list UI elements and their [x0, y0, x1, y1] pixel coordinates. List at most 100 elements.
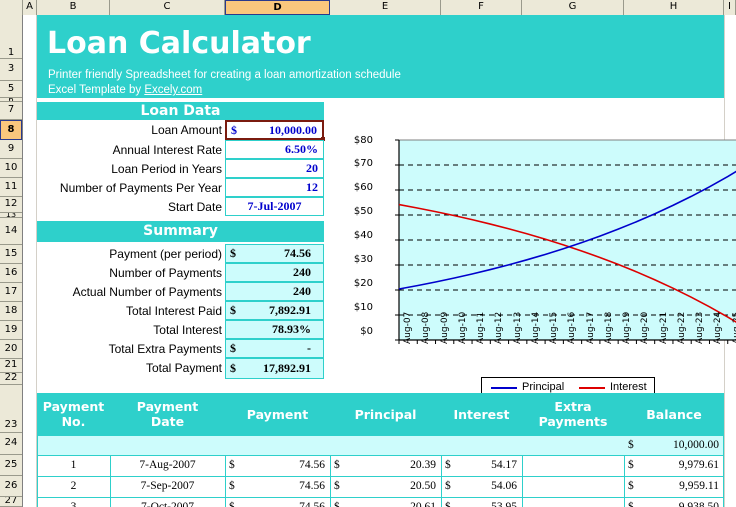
- banner-subtitle: Printer friendly Spreadsheet for creatin…: [48, 69, 401, 81]
- row-header-25[interactable]: 25: [0, 455, 22, 476]
- row-header-15[interactable]: 15: [0, 245, 22, 264]
- value-total-interest-paid[interactable]: $ 7,892.91: [225, 301, 324, 320]
- row-header-3[interactable]: 3: [0, 59, 22, 81]
- cell-value[interactable]: 3: [37, 498, 110, 507]
- table-row[interactable]: $20.61: [330, 498, 441, 507]
- ppy-text: 12: [306, 180, 318, 194]
- value-actual-number-of-payments[interactable]: 240: [225, 282, 324, 301]
- row-header-14[interactable]: 14: [0, 218, 22, 245]
- table-column-divider: [110, 456, 111, 507]
- interest-legend-swatch: [579, 387, 605, 389]
- row-header-19[interactable]: 19: [0, 321, 22, 340]
- table-row[interactable]: $53.95: [441, 498, 522, 507]
- x-tick-label: Aug-24: [713, 311, 724, 344]
- row-header-24[interactable]: 24: [0, 433, 22, 455]
- row-header-5[interactable]: 5: [0, 81, 22, 98]
- x-tick-label: Aug-15: [549, 311, 560, 344]
- row-header-27[interactable]: 27: [0, 497, 22, 507]
- cell-value[interactable]: 7-Sep-2007: [110, 477, 225, 497]
- amount-text: 10,000.00: [269, 123, 317, 137]
- table-header-principal: Principal: [330, 393, 441, 435]
- table-row[interactable]: $54.06: [441, 477, 522, 497]
- row-header-1[interactable]: 1: [0, 15, 22, 59]
- label-number-of-payments: Number of Payments: [109, 266, 222, 280]
- row-header-26[interactable]: 26: [0, 476, 22, 497]
- row-header-20[interactable]: 20: [0, 340, 22, 359]
- value-payments-per-year[interactable]: 12: [225, 178, 324, 197]
- column-header-A[interactable]: A: [23, 0, 37, 15]
- count-text: 240: [293, 284, 311, 298]
- table-row[interactable]: $54.17: [441, 456, 522, 476]
- table-row[interactable]: [522, 477, 624, 497]
- table-row[interactable]: $74.56: [225, 477, 330, 497]
- value-payment-per-period[interactable]: $ 74.56: [225, 244, 324, 263]
- column-header-H[interactable]: H: [624, 0, 724, 15]
- table-header-payment-date: Payment Date: [110, 393, 225, 435]
- x-tick-label: Aug-20: [640, 311, 651, 344]
- table-header-interest: Interest: [441, 393, 522, 435]
- amortization-chart[interactable]: $80 $70 $60 $50 $40 $30 $20 $10 $0 Aug-0…: [333, 100, 736, 397]
- column-header-F[interactable]: F: [441, 0, 522, 15]
- cell-value[interactable]: 1: [37, 456, 110, 476]
- label-total-extra-payments: Total Extra Payments: [108, 342, 222, 356]
- column-header-D[interactable]: D: [225, 0, 330, 15]
- cell-value: 54.17: [491, 459, 517, 471]
- label-payments-per-year: Number of Payments Per Year: [59, 181, 222, 195]
- table-row[interactable]: $74.56: [225, 498, 330, 507]
- table-body[interactable]: 1 7-Aug-2007 $74.56 $20.39 $54.17 $9,979.61 2 7…: [37, 456, 724, 507]
- worksheet-grid[interactable]: Loan Calculator Printer friendly Spreads…: [23, 15, 736, 507]
- table-row[interactable]: $9,979.61: [624, 456, 724, 476]
- row-header-21[interactable]: 21: [0, 359, 22, 373]
- table-opening-row[interactable]: [37, 435, 724, 456]
- value-total-payment[interactable]: $ 17,892.91: [225, 358, 324, 379]
- row-header-column: 1 3 5 6 7 8 9 10 11 12 13 14 15 16 17 18…: [0, 15, 23, 507]
- value-annual-interest-rate[interactable]: 6.50%: [225, 140, 324, 159]
- value-total-interest[interactable]: 78.93%: [225, 320, 324, 339]
- currency-symbol: $: [334, 459, 340, 471]
- table-header-extra-payments: Extra Payments: [522, 393, 624, 435]
- value-number-of-payments[interactable]: 240: [225, 263, 324, 282]
- currency-symbol: $: [445, 480, 451, 492]
- table-column-divider: [522, 456, 523, 507]
- label-total-payment: Total Payment: [145, 361, 222, 375]
- row-header-22[interactable]: 22: [0, 373, 22, 385]
- percent-text: 78.93%: [272, 322, 311, 336]
- column-header-C[interactable]: C: [110, 0, 225, 15]
- table-row[interactable]: $9,959.11: [624, 477, 724, 497]
- excely-link[interactable]: Excely.com: [144, 84, 202, 96]
- column-header-E[interactable]: E: [330, 0, 441, 15]
- value-loan-period-years[interactable]: 20: [225, 159, 324, 178]
- row-header-7[interactable]: 7: [0, 102, 22, 120]
- column-header-G[interactable]: G: [522, 0, 624, 15]
- column-header-B[interactable]: B: [37, 0, 110, 15]
- row-header-9[interactable]: 9: [0, 140, 22, 159]
- cell-value: 20.39: [410, 459, 436, 471]
- y-tick-label: $20: [353, 278, 373, 289]
- row-header-12[interactable]: 12: [0, 197, 22, 213]
- currency-symbol: $: [628, 501, 634, 507]
- currency-symbol: $: [230, 341, 236, 355]
- x-tick-label: Aug-19: [622, 311, 633, 344]
- table-row[interactable]: $20.50: [330, 477, 441, 497]
- row-header-18[interactable]: 18: [0, 302, 22, 321]
- row-header-8[interactable]: 8: [0, 120, 22, 140]
- column-header-I[interactable]: I: [724, 0, 736, 15]
- row-header-16[interactable]: 16: [0, 264, 22, 283]
- value-loan-amount[interactable]: $ 10,000.00: [225, 120, 325, 141]
- table-row[interactable]: [522, 498, 624, 507]
- cell-value[interactable]: 2: [37, 477, 110, 497]
- table-row[interactable]: $74.56: [225, 456, 330, 476]
- cell-value[interactable]: 7-Oct-2007: [110, 498, 225, 507]
- table-row[interactable]: [522, 456, 624, 476]
- row-header-23[interactable]: 23: [0, 385, 22, 433]
- value-total-extra-payments[interactable]: $ -: [225, 339, 324, 358]
- row-header-10[interactable]: 10: [0, 159, 22, 178]
- row-header-17[interactable]: 17: [0, 283, 22, 302]
- table-row[interactable]: $20.39: [330, 456, 441, 476]
- cell-value: 74.56: [299, 480, 325, 492]
- row-header-11[interactable]: 11: [0, 178, 22, 197]
- table-row[interactable]: $9,938.50: [624, 498, 724, 507]
- select-all-corner[interactable]: [0, 0, 23, 15]
- value-start-date[interactable]: 7-Jul-2007: [225, 197, 324, 216]
- cell-value[interactable]: 7-Aug-2007: [110, 456, 225, 476]
